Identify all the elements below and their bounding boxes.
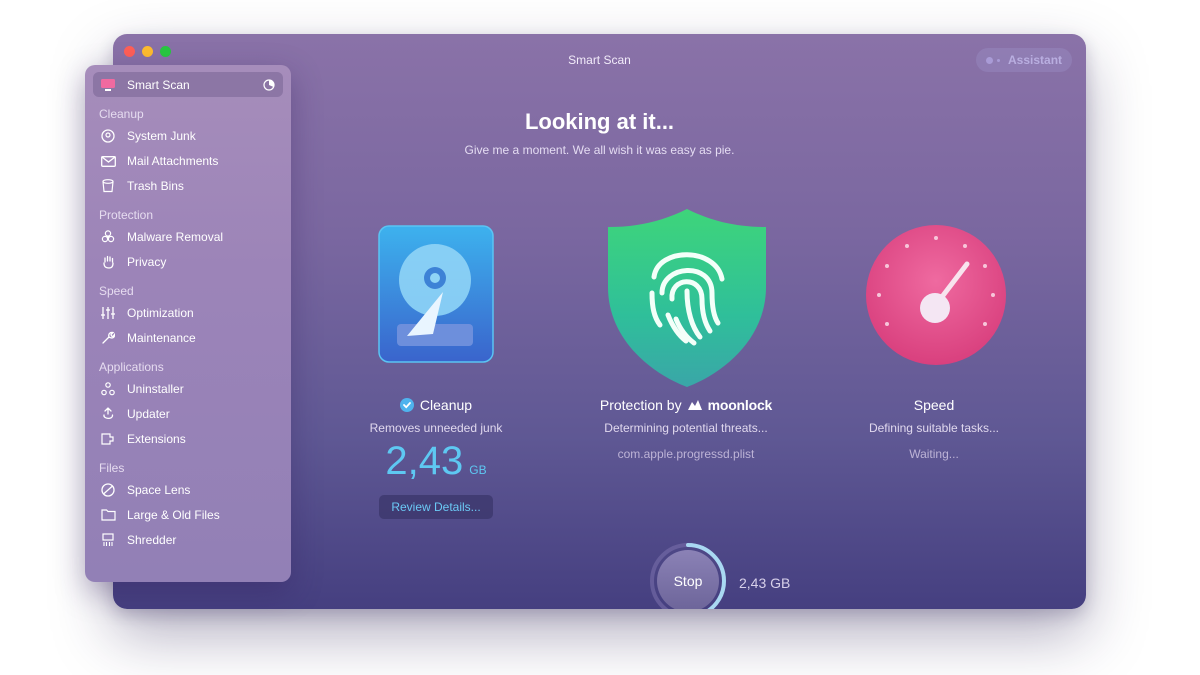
- sidebar-item-label: Updater: [127, 407, 170, 421]
- hard-drive-icon: [377, 224, 495, 369]
- scanned-size: 2,43 GB: [739, 575, 791, 591]
- sidebar-item-label: Extensions: [127, 432, 186, 446]
- hand-icon: [100, 254, 116, 270]
- assistant-button[interactable]: Assistant: [976, 48, 1072, 72]
- scan-progress-ring: Stop: [649, 542, 727, 609]
- checkmark-icon: [399, 398, 414, 412]
- assistant-icon: [986, 56, 993, 64]
- sidebar-item-label: Maintenance: [127, 331, 196, 345]
- speedometer-icon: [865, 224, 1007, 371]
- system-junk-icon: [100, 128, 116, 144]
- sidebar-section-protection: Protection: [99, 208, 154, 222]
- sidebar-item-privacy[interactable]: Privacy: [100, 252, 166, 272]
- extensions-icon: [100, 431, 116, 447]
- moonlock-logo-icon: [687, 400, 702, 410]
- cleanup-description: Removes unneeded junk: [369, 421, 503, 435]
- speed-title: Speed: [913, 397, 955, 413]
- sidebar-item-large-old-files[interactable]: Large & Old Files: [100, 505, 220, 525]
- review-details-button[interactable]: Review Details...: [379, 495, 493, 519]
- scan-progress-pie-icon: [263, 78, 275, 96]
- sidebar-item-trash-bins[interactable]: Trash Bins: [100, 176, 184, 196]
- sidebar-item-label: Malware Removal: [127, 230, 224, 244]
- sidebar-item-label: System Junk: [127, 129, 196, 143]
- sidebar-item-label: Shredder: [127, 533, 177, 547]
- sidebar: Smart Scan Cleanup System Junk Mail Atta…: [85, 65, 291, 582]
- sidebar-item-space-lens[interactable]: Space Lens: [100, 480, 190, 500]
- protection-current-file: com.apple.progressd.plist: [617, 447, 755, 461]
- speed-summary: Speed Defining suitable tasks... Waiting…: [809, 396, 1059, 461]
- updater-icon: [100, 406, 116, 422]
- sidebar-item-uninstaller[interactable]: Uninstaller: [100, 379, 184, 399]
- sidebar-item-extensions[interactable]: Extensions: [100, 429, 186, 449]
- cleanup-title: Cleanup: [419, 397, 473, 413]
- sidebar-item-label: Mail Attachments: [127, 154, 219, 168]
- sidebar-section-applications: Applications: [99, 360, 164, 374]
- cleanup-size: 2,43 GB: [311, 439, 561, 492]
- sidebar-section-speed: Speed: [99, 284, 134, 298]
- sidebar-item-label: Optimization: [127, 306, 194, 320]
- wrench-icon: [100, 330, 116, 346]
- assistant-icon-dot: [997, 58, 1000, 62]
- sidebar-item-label: Space Lens: [127, 483, 191, 497]
- speed-description: Defining suitable tasks...: [868, 421, 1000, 435]
- sidebar-item-system-junk[interactable]: System Junk: [100, 126, 196, 146]
- uninstaller-icon: [100, 381, 116, 397]
- shredder-icon: [100, 532, 116, 548]
- speed-status: Waiting...: [909, 447, 959, 461]
- sidebar-item-mail-attachments[interactable]: Mail Attachments: [100, 151, 218, 171]
- sidebar-item-updater[interactable]: Updater: [100, 404, 170, 424]
- cleanup-size-unit: GB: [469, 463, 487, 477]
- sidebar-item-label: Trash Bins: [127, 179, 184, 193]
- sidebar-item-label: Uninstaller: [127, 382, 184, 396]
- stop-button[interactable]: Stop: [657, 550, 719, 609]
- sidebar-item-label: Smart Scan: [127, 78, 190, 92]
- sidebar-section-files: Files: [99, 461, 125, 475]
- sidebar-item-malware-removal[interactable]: Malware Removal: [100, 227, 223, 247]
- cleanup-summary: Cleanup Removes unneeded junk 2,43 GB Rev…: [311, 396, 561, 519]
- monitor-icon: [100, 77, 116, 93]
- trash-icon: [100, 178, 116, 194]
- folder-icon: [100, 507, 116, 523]
- fingerprint-shield-icon: [606, 207, 768, 394]
- sliders-icon: [100, 305, 116, 321]
- sidebar-item-shredder[interactable]: Shredder: [100, 530, 176, 550]
- biohazard-icon: [100, 229, 116, 245]
- protection-summary: Protection by moonlock Determining poten…: [561, 396, 811, 461]
- protection-title: Protection by: [599, 397, 682, 413]
- sidebar-item-optimization[interactable]: Optimization: [100, 303, 194, 323]
- protection-description: Determining potential threats...: [604, 421, 768, 435]
- space-lens-icon: [100, 482, 116, 498]
- moonlock-brand: moonlock: [707, 397, 773, 413]
- envelope-icon: [100, 153, 116, 169]
- assistant-label: Assistant: [1008, 53, 1063, 67]
- sidebar-item-label: Large & Old Files: [127, 508, 220, 522]
- sidebar-item-label: Privacy: [127, 255, 167, 269]
- sidebar-item-maintenance[interactable]: Maintenance: [100, 328, 196, 348]
- cleanup-size-value: 2,43: [385, 439, 464, 483]
- sidebar-section-cleanup: Cleanup: [99, 107, 144, 121]
- sidebar-item-smart-scan[interactable]: Smart Scan: [100, 75, 190, 95]
